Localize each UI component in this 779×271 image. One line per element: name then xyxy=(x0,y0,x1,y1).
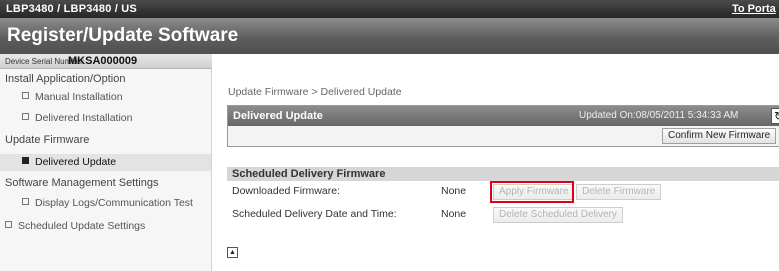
downloaded-firmware-label: Downloaded Firmware: xyxy=(232,185,340,197)
sidebar: Install Application/Option Manual Instal… xyxy=(0,69,212,271)
serial-bar: Device Serial Number: MKSA000009 xyxy=(0,54,212,69)
page-title: Register/Update Software xyxy=(7,25,239,46)
portal-link[interactable]: To Porta xyxy=(732,3,776,15)
sidebar-item-label: Delivered Update xyxy=(35,156,117,168)
scheduled-date-value: None xyxy=(441,208,467,220)
collapse-up-icon[interactable]: ▲ xyxy=(227,247,238,258)
refresh-icon[interactable]: ↻ xyxy=(771,108,779,124)
top-bar: LBP3480 / LBP3480 / US To Porta xyxy=(0,0,779,18)
red-highlight-box xyxy=(490,181,574,203)
sidebar-item-delivered-update[interactable]: Delivered Update xyxy=(22,156,116,168)
delete-scheduled-delivery-button[interactable]: Delete Scheduled Delivery xyxy=(493,207,623,223)
scheduled-date-label: Scheduled Delivery Date and Time: xyxy=(232,208,397,220)
sidebar-heading-software-management[interactable]: Software Management Settings xyxy=(5,177,158,189)
main-content: Update Firmware > Delivered Update Deliv… xyxy=(213,69,779,271)
panel-title: Delivered Update xyxy=(233,110,323,122)
sidebar-item-display-logs[interactable]: Display Logs/Communication Test xyxy=(22,197,193,209)
sidebar-item-label: Delivered Installation xyxy=(35,112,133,124)
bullet-icon xyxy=(5,221,12,228)
bullet-icon xyxy=(22,92,29,99)
bullet-icon xyxy=(22,113,29,120)
device-model: LBP3480 / LBP3480 / US xyxy=(6,3,137,15)
sidebar-heading-install[interactable]: Install Application/Option xyxy=(5,73,125,85)
delete-firmware-button[interactable]: Delete Firmware xyxy=(576,184,662,200)
sidebar-item-scheduled-update-settings[interactable]: Scheduled Update Settings xyxy=(5,220,145,232)
sidebar-item-label: Manual Installation xyxy=(35,91,123,103)
sidebar-heading-update-firmware[interactable]: Update Firmware xyxy=(5,134,89,146)
bullet-icon xyxy=(22,157,29,164)
section-header: Scheduled Delivery Firmware xyxy=(227,167,779,181)
bullet-icon xyxy=(22,198,29,205)
downloaded-firmware-value: None xyxy=(441,185,467,197)
section-title: Scheduled Delivery Firmware xyxy=(232,168,386,180)
serial-value: MKSA000009 xyxy=(68,55,138,67)
updated-on-text: Updated On:08/05/2011 5:34:33 AM xyxy=(579,110,739,121)
panel-header: Delivered Update Updated On:08/05/2011 5… xyxy=(228,106,779,126)
title-bar: Register/Update Software xyxy=(0,18,779,54)
confirm-new-firmware-button[interactable]: Confirm New Firmware xyxy=(662,128,777,144)
sidebar-item-manual-installation[interactable]: Manual Installation xyxy=(22,91,123,103)
breadcrumb: Update Firmware > Delivered Update xyxy=(228,86,402,98)
delivered-update-panel: Delivered Update Updated On:08/05/2011 5… xyxy=(227,105,779,147)
sidebar-item-label: Scheduled Update Settings xyxy=(18,220,146,232)
sidebar-item-label: Display Logs/Communication Test xyxy=(35,197,193,209)
sidebar-item-delivered-installation[interactable]: Delivered Installation xyxy=(22,112,132,124)
